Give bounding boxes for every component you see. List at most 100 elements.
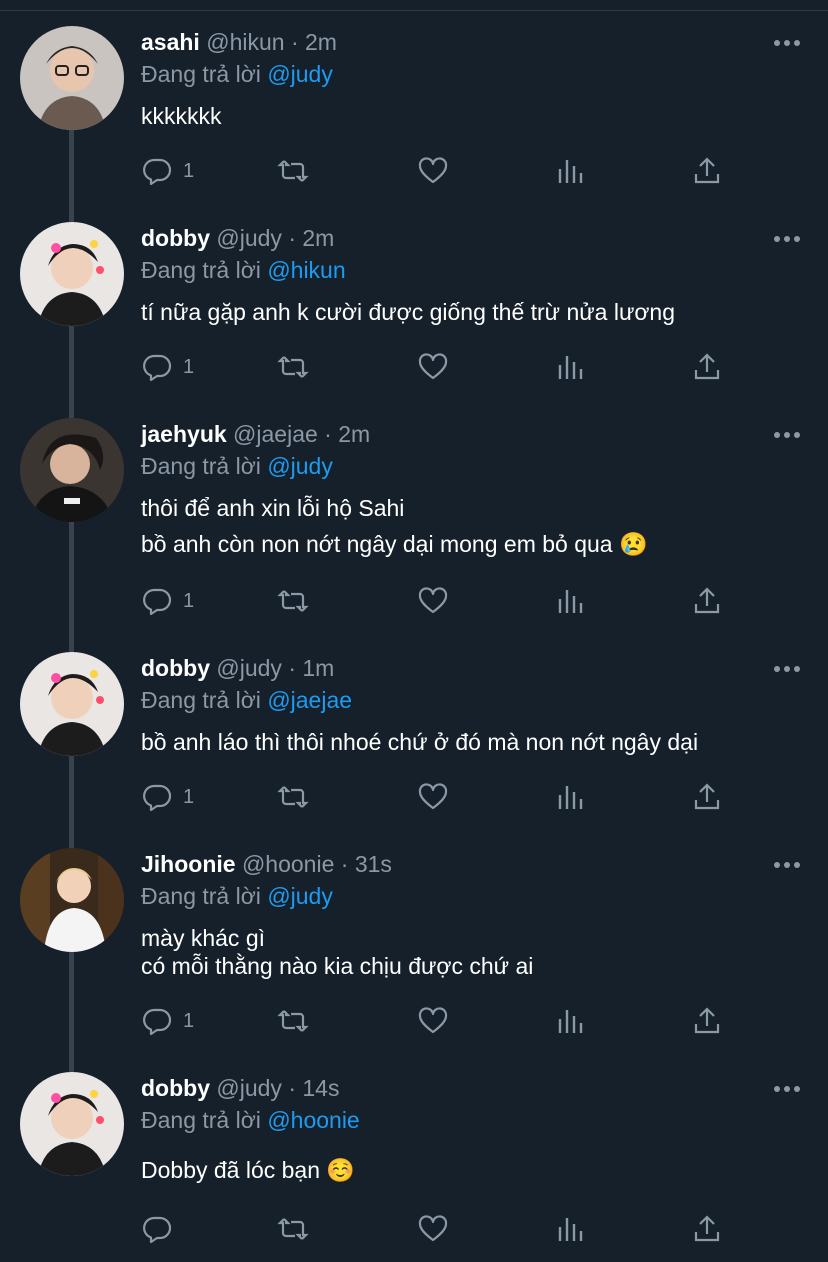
tweet-line-text: Dobby đã lóc bạn xyxy=(141,1157,321,1183)
tweet-actions: 1 xyxy=(141,584,741,618)
share-button[interactable] xyxy=(691,350,723,384)
reply-button[interactable]: 1 xyxy=(141,584,194,618)
reply-button[interactable]: 1 xyxy=(141,780,194,814)
analytics-icon xyxy=(558,356,583,379)
like-button[interactable] xyxy=(417,1004,449,1038)
avatar[interactable] xyxy=(20,848,124,952)
avatar[interactable] xyxy=(20,1072,124,1176)
mention-link[interactable]: @jaejae xyxy=(267,687,352,713)
tweet-line-text: bồ anh còn non nớt ngây dại mong em bỏ q… xyxy=(141,531,613,557)
heart-icon xyxy=(418,157,448,184)
analytics-button[interactable] xyxy=(555,584,587,618)
tweet-line: kkkkkkk xyxy=(141,103,222,129)
handle[interactable]: @jaejae xyxy=(233,421,318,447)
timestamp[interactable]: · 31s xyxy=(341,851,392,877)
tweet-header: dobby @judy · 1m xyxy=(141,655,334,682)
avatar[interactable] xyxy=(20,418,124,522)
analytics-button[interactable] xyxy=(555,350,587,384)
tweet[interactable]: Jihoonie @hoonie · 31s Đang trả lời @jud… xyxy=(0,848,828,1048)
retweet-icon xyxy=(277,1218,309,1240)
analytics-icon xyxy=(558,1010,583,1033)
share-icon xyxy=(694,1007,720,1034)
timestamp[interactable]: · 1m xyxy=(288,655,334,681)
heart-icon xyxy=(418,353,448,380)
retweet-button[interactable] xyxy=(277,350,309,384)
reply-icon xyxy=(143,588,172,616)
timestamp[interactable]: · 2m xyxy=(288,225,334,251)
reply-icon xyxy=(143,1216,172,1244)
mention-link[interactable]: @hikun xyxy=(267,257,345,283)
share-button[interactable] xyxy=(691,584,723,618)
heart-icon xyxy=(418,783,448,810)
retweet-button[interactable] xyxy=(277,1004,309,1038)
analytics-button[interactable] xyxy=(555,1212,587,1246)
display-name[interactable]: jaehyuk xyxy=(141,421,227,447)
like-button[interactable] xyxy=(417,154,449,188)
tweet-line: bồ anh còn non nớt ngây dại mong em bỏ q… xyxy=(141,530,648,558)
display-name[interactable]: dobby xyxy=(141,655,210,681)
analytics-button[interactable] xyxy=(555,154,587,188)
tweet-line: bồ anh láo thì thôi nhoé chứ ở đó mà non… xyxy=(141,729,699,755)
reply-icon xyxy=(143,784,172,812)
reply-button[interactable]: 1 xyxy=(141,350,194,384)
tweet[interactable]: dobby @judy · 2m Đang trả lời @hikun tí … xyxy=(0,222,828,392)
mention-link[interactable]: @judy xyxy=(267,883,333,909)
retweet-button[interactable] xyxy=(277,584,309,618)
reply-icon xyxy=(143,158,172,186)
like-button[interactable] xyxy=(417,780,449,814)
display-name[interactable]: Jihoonie xyxy=(141,851,236,877)
like-button[interactable] xyxy=(417,350,449,384)
reply-count: 1 xyxy=(183,355,195,378)
more-icon[interactable] xyxy=(774,666,800,672)
replying-to: Đang trả lời @hoonie xyxy=(141,1107,360,1134)
retweet-button[interactable] xyxy=(277,780,309,814)
reply-count: 1 xyxy=(183,785,195,808)
tweet[interactable]: dobby @judy · 1m Đang trả lời @jaejae bồ… xyxy=(0,652,828,822)
avatar[interactable] xyxy=(20,652,124,756)
display-name[interactable]: dobby xyxy=(141,225,210,251)
retweet-button[interactable] xyxy=(277,154,309,188)
timestamp[interactable]: · 2m xyxy=(324,421,370,447)
share-button[interactable] xyxy=(691,1004,723,1038)
smiling-emoji: ☺️ xyxy=(326,1157,356,1183)
timestamp[interactable]: · 14s xyxy=(288,1075,339,1101)
replying-to: Đang trả lời @judy xyxy=(141,453,333,480)
reply-button[interactable] xyxy=(141,1212,183,1246)
tweet-text: thôi để anh xin lỗi hộ Sahi bồ anh còn n… xyxy=(141,494,648,558)
more-icon[interactable] xyxy=(774,432,800,438)
display-name[interactable]: asahi xyxy=(141,29,200,55)
share-button[interactable] xyxy=(691,1212,723,1246)
share-button[interactable] xyxy=(691,780,723,814)
mention-link[interactable]: @judy xyxy=(267,61,333,87)
like-button[interactable] xyxy=(417,584,449,618)
share-button[interactable] xyxy=(691,154,723,188)
more-icon[interactable] xyxy=(774,236,800,242)
tweet[interactable]: jaehyuk @jaejae · 2m Đang trả lời @judy … xyxy=(0,418,828,623)
tweet-line: thôi để anh xin lỗi hộ Sahi xyxy=(141,495,405,521)
mention-link[interactable]: @judy xyxy=(267,453,333,479)
tweet-actions: 1 xyxy=(141,350,741,384)
reply-button[interactable]: 1 xyxy=(141,1004,194,1038)
analytics-button[interactable] xyxy=(555,780,587,814)
mention-link[interactable]: @hoonie xyxy=(267,1107,359,1133)
tweet[interactable]: dobby @judy · 14s Đang trả lời @hoonie D… xyxy=(0,1072,828,1252)
handle[interactable]: @judy xyxy=(216,655,282,681)
handle[interactable]: @judy xyxy=(216,225,282,251)
handle[interactable]: @hikun xyxy=(206,29,284,55)
avatar[interactable] xyxy=(20,222,124,326)
retweet-button[interactable] xyxy=(277,1212,309,1246)
more-icon[interactable] xyxy=(774,1086,800,1092)
like-button[interactable] xyxy=(417,1212,449,1246)
more-icon[interactable] xyxy=(774,862,800,868)
tweet[interactable]: asahi @hikun · 2m Đang trả lời @judy kkk… xyxy=(0,26,828,196)
display-name[interactable]: dobby xyxy=(141,1075,210,1101)
handle[interactable]: @hoonie xyxy=(242,851,334,877)
reply-button[interactable]: 1 xyxy=(141,154,194,188)
retweet-icon xyxy=(277,160,309,182)
more-icon[interactable] xyxy=(774,40,800,46)
avatar[interactable] xyxy=(20,26,124,130)
analytics-button[interactable] xyxy=(555,1004,587,1038)
analytics-icon xyxy=(558,786,583,809)
timestamp[interactable]: · 2m xyxy=(291,29,337,55)
handle[interactable]: @judy xyxy=(216,1075,282,1101)
